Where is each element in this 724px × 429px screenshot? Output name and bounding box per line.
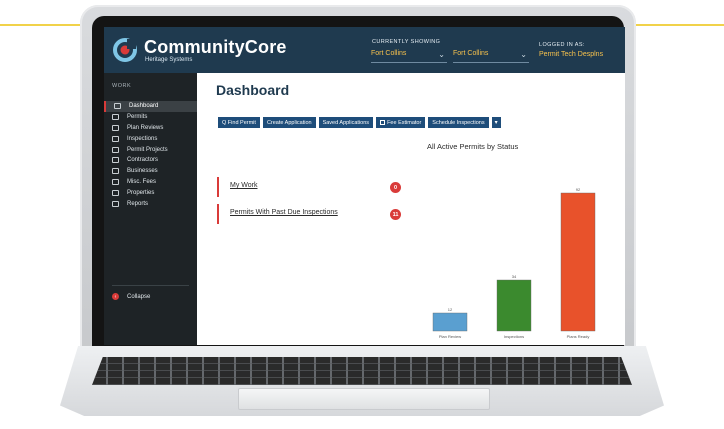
sidebar-item-misc-fees[interactable]: Misc. Fees xyxy=(104,177,197,188)
bar-value-label: 92 xyxy=(576,187,581,192)
sidebar-item-properties[interactable]: Properties xyxy=(104,187,197,198)
sidebar-divider xyxy=(112,285,189,286)
chevron-down-icon: ⌄ xyxy=(520,50,527,59)
sidebar-item-reports[interactable]: Reports xyxy=(104,198,197,209)
sidebar-item-plan-reviews[interactable]: Plan Reviews xyxy=(104,123,197,134)
brand-subtitle: Heritage Systems xyxy=(145,57,193,63)
collapse-button[interactable]: ‹ Collapse xyxy=(112,293,150,300)
sidebar-item-permit-projects[interactable]: Permit Projects xyxy=(104,144,197,155)
schedule-inspections-button[interactable]: Schedule Inspections xyxy=(428,117,489,128)
location-select-primary[interactable]: Fort Collins ⌄ xyxy=(371,50,447,63)
location-primary-value: Fort Collins xyxy=(371,50,407,57)
more-actions-caret[interactable]: ▾ xyxy=(491,117,501,128)
page-title: Dashboard xyxy=(216,82,290,98)
bar-plan-review[interactable] xyxy=(432,312,468,332)
sidebar-item-label: Permit Projects xyxy=(127,146,168,153)
calculator-icon xyxy=(380,120,386,125)
sidebar-item-label: Properties xyxy=(127,189,155,196)
plan-reviews-icon xyxy=(112,124,119,131)
keyboard-rows xyxy=(92,357,632,385)
create-application-button[interactable]: Create Application xyxy=(262,117,316,128)
sidebar-item-label: Contractors xyxy=(127,157,159,164)
sidebar-section-label: WORK xyxy=(112,83,132,89)
collapse-icon: ‹ xyxy=(112,293,119,300)
inspections-icon xyxy=(112,135,119,142)
sidebar-item-permits[interactable]: Permits xyxy=(104,112,197,123)
sidebar-item-label: Dashboard xyxy=(129,103,159,110)
chart-title: All Active Permits by Status xyxy=(427,142,519,151)
work-item-my-work: My Work 0 xyxy=(217,177,404,197)
find-permit-button[interactable]: Q Find Permit xyxy=(218,117,260,128)
permit-projects-icon xyxy=(112,146,119,153)
properties-icon xyxy=(112,189,119,196)
user-menu[interactable]: Permit Tech Desplns xyxy=(539,51,603,58)
brand-name[interactable]: CommunityCore xyxy=(144,37,287,58)
bar-plans-ready[interactable] xyxy=(560,192,596,332)
businesses-icon xyxy=(112,168,119,175)
dashboard-icon xyxy=(114,103,121,110)
category-label: Inspections xyxy=(504,334,524,339)
sidebar-item-businesses[interactable]: Businesses xyxy=(104,166,197,177)
category-label: Plans Ready xyxy=(567,334,590,339)
fee-estimator-button[interactable]: Fee Estimator xyxy=(376,117,426,128)
sidebar-item-label: Misc. Fees xyxy=(127,178,157,185)
location-select-secondary[interactable]: Fort Collins ⌄ xyxy=(453,50,529,63)
my-work-link[interactable]: My Work xyxy=(230,182,257,189)
sidebar-item-label: Inspections xyxy=(127,135,158,142)
permits-by-status-chart: 12 Plan Review 34 Inspections 92 Plans Ready xyxy=(432,187,596,339)
sidebar-item-label: Plan Reviews xyxy=(127,124,164,131)
sidebar-item-inspections[interactable]: Inspections xyxy=(104,133,197,144)
permits-icon xyxy=(112,114,119,121)
contractors-icon xyxy=(112,157,119,164)
work-item-past-due: Permits With Past Due Inspections 11 xyxy=(217,204,404,224)
sidebar-item-label: Businesses xyxy=(127,168,158,175)
trackpad xyxy=(238,388,490,410)
misc-fees-icon xyxy=(112,178,119,185)
bar-value-label: 34 xyxy=(512,274,517,279)
logged-in-label: LOGGED IN AS: xyxy=(539,42,585,48)
past-due-inspections-link[interactable]: Permits With Past Due Inspections xyxy=(230,209,338,216)
main-content: Dashboard Q Find Permit Create Applicati… xyxy=(197,73,625,345)
sidebar-nav: Dashboard Permits Plan Reviews Inspectio… xyxy=(104,101,197,209)
fee-estimator-label: Fee Estimator xyxy=(387,119,422,126)
past-due-count-badge: 11 xyxy=(390,209,401,220)
sidebar: WORK Dashboard Permits Plan Reviews Insp… xyxy=(104,73,197,345)
toolbar: Q Find Permit Create Application Saved A… xyxy=(218,117,501,128)
reports-icon xyxy=(112,200,119,207)
saved-applications-button[interactable]: Saved Applications xyxy=(318,117,374,128)
sidebar-item-label: Permits xyxy=(127,114,148,121)
app-header: CommunityCore Heritage Systems CURRENTLY… xyxy=(104,27,625,73)
bar-inspections[interactable] xyxy=(496,279,532,332)
category-label: Plan Review xyxy=(439,334,461,339)
my-work-count-badge: 0 xyxy=(390,182,401,193)
sidebar-item-contractors[interactable]: Contractors xyxy=(104,155,197,166)
community-core-logo-icon xyxy=(113,38,137,62)
app-screen: CommunityCore Heritage Systems CURRENTLY… xyxy=(104,27,625,345)
bar-value-label: 12 xyxy=(448,307,453,312)
chevron-down-icon: ⌄ xyxy=(438,50,445,59)
location-secondary-value: Fort Collins xyxy=(453,50,489,57)
currently-showing-label: CURRENTLY SHOWING xyxy=(372,39,441,45)
sidebar-item-label: Reports xyxy=(127,200,149,207)
sidebar-item-dashboard[interactable]: Dashboard xyxy=(104,101,197,112)
collapse-label: Collapse xyxy=(127,293,151,300)
